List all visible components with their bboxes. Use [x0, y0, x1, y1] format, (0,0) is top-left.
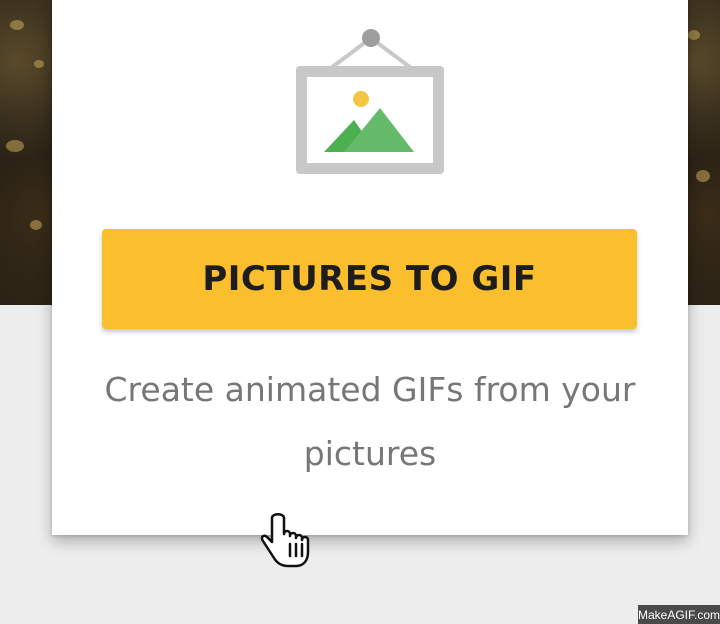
makeagif-watermark: MakeAGIF.com: [638, 605, 720, 624]
hand-pointer-icon: [260, 513, 310, 568]
pictures-to-gif-button[interactable]: PICTURES TO GIF: [102, 229, 637, 329]
picture-frame-icon: [296, 29, 444, 174]
background-photo-left: [0, 0, 60, 305]
card-description: Create animated GIFs from your pictures: [104, 370, 636, 473]
pictures-to-gif-card[interactable]: PICTURES TO GIF Create animated GIFs fro…: [52, 0, 688, 535]
